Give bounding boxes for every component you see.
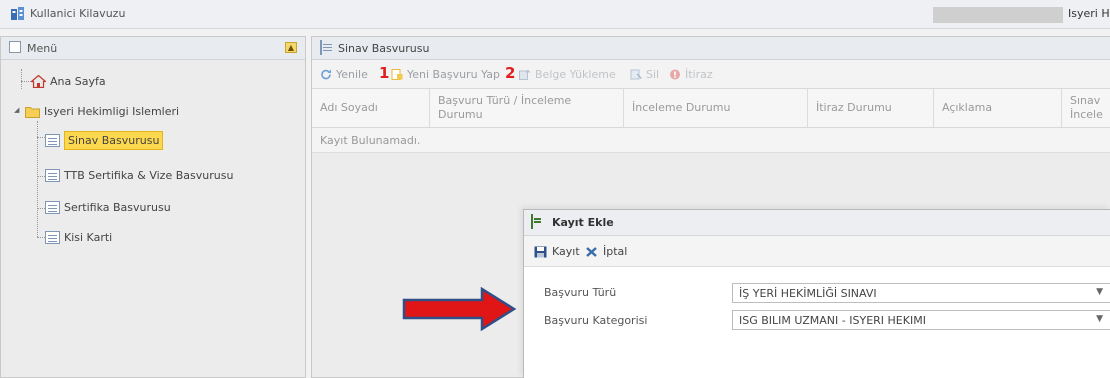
upload-document-label: Belge Yükleme xyxy=(535,68,616,81)
red-arrow-annotation xyxy=(402,287,517,331)
sidebar-item-label: Ana Sayfa xyxy=(50,74,106,88)
new-application-label: Yeni Başvuru Yap xyxy=(407,68,500,81)
app-logo-icon xyxy=(11,7,24,20)
app-title: Kullanici Kilavuzu xyxy=(30,7,126,20)
tree-connector xyxy=(37,121,38,237)
menu-panel: Menü ▲ Ana Sayfa ◢ Isyeri Hekimligi Isle… xyxy=(0,36,306,378)
dialog-toolbar: Kayıt İptal xyxy=(524,236,1110,267)
refresh-button[interactable]: Yenile xyxy=(320,68,368,81)
objection-icon xyxy=(670,69,680,80)
collapse-panel-button[interactable]: ▲ xyxy=(285,42,297,53)
step-number-2: 2 xyxy=(505,64,516,82)
new-document-icon xyxy=(391,69,403,80)
tab-header: Sinav Basvurusu xyxy=(312,37,1110,60)
menu-title: Menü xyxy=(27,42,58,55)
save-button[interactable]: Kayıt xyxy=(534,245,580,258)
menu-header: Menü ▲ xyxy=(1,37,305,60)
column-header-name[interactable]: Adı Soyadı xyxy=(312,89,430,127)
application-type-select[interactable]: İŞ YERİ HEKİMLİĞİ SINAVI ▼ xyxy=(732,283,1110,303)
add-record-dialog: Kayıt Ekle Kayıt İptal Başvuru Türü İŞ Y… xyxy=(523,209,1110,378)
save-label: Kayıt xyxy=(552,245,580,258)
document-icon xyxy=(45,230,60,244)
expand-triangle-icon[interactable]: ◢ xyxy=(14,106,19,114)
new-application-button[interactable]: Yeni Başvuru Yap xyxy=(391,68,500,81)
tab-title[interactable]: Sinav Basvurusu xyxy=(338,42,429,55)
column-header-type[interactable]: Başvuru Türü / İnceleme Durumu xyxy=(430,89,624,127)
chevron-down-icon: ▼ xyxy=(1096,287,1103,297)
form-icon xyxy=(531,214,533,229)
sidebar-item-sinav-basvurusu[interactable]: Sinav Basvurusu xyxy=(45,130,164,150)
document-icon xyxy=(45,133,60,147)
user-name[interactable]: Isyeri Hek xyxy=(1068,7,1110,20)
sidebar-item-kisi-karti[interactable]: Kisi Karti xyxy=(45,227,112,247)
grid-toolbar: Yenile 1 Yeni Başvuru Yap 2 Belge Yüklem… xyxy=(312,60,1110,89)
cancel-button[interactable]: İptal xyxy=(585,245,627,258)
tree-connector xyxy=(21,81,31,82)
top-bar: Kullanici Kilavuzu Isyeri Hek xyxy=(0,0,1110,29)
select-value: İŞ YERİ HEKİMLİĞİ SINAVI xyxy=(739,287,877,300)
grid-empty-row: Kayıt Bulunamadı. xyxy=(312,128,1110,153)
refresh-label: Yenile xyxy=(336,68,368,81)
delete-label: Sil xyxy=(646,68,660,81)
application-type-label: Başvuru Türü xyxy=(544,286,617,299)
upload-icon xyxy=(519,69,531,80)
application-category-select[interactable]: ISG BILIM UZMANI - ISYERI HEKIMI ▼ xyxy=(732,310,1110,330)
column-header-objection[interactable]: İtiraz Durumu xyxy=(808,89,934,127)
cancel-icon xyxy=(586,246,597,257)
sidebar-item-label: Kisi Karti xyxy=(64,230,113,244)
folder-icon xyxy=(25,106,40,118)
grid-header: Adı Soyadı Başvuru Türü / İnceleme Durum… xyxy=(312,89,1110,128)
objection-label: İtiraz xyxy=(685,68,713,81)
sidebar-item-isyeri-hekimligi[interactable]: Isyeri Hekimligi Islemleri xyxy=(25,101,179,121)
save-icon xyxy=(534,246,547,257)
delete-button[interactable]: Sil xyxy=(630,68,659,81)
sidebar-item-sertifika-basvurusu[interactable]: Sertifika Basvurusu xyxy=(45,197,171,217)
sidebar-item-ttb-sertifika[interactable]: TTB Sertifika & Vize Basvurusu xyxy=(45,165,233,185)
sidebar-item-label: TTB Sertifika & Vize Basvurusu xyxy=(64,168,234,182)
step-number-1: 1 xyxy=(379,64,390,82)
menu-icon xyxy=(9,41,21,53)
home-icon xyxy=(31,74,46,88)
refresh-icon xyxy=(321,69,331,80)
document-icon xyxy=(45,200,60,214)
tree-connector xyxy=(21,69,22,89)
dialog-header: Kayıt Ekle xyxy=(524,210,1110,236)
application-category-label: Başvuru Kategorisi xyxy=(544,314,648,327)
objection-button[interactable]: İtiraz xyxy=(669,68,713,81)
sidebar-item-label: Isyeri Hekimligi Islemleri xyxy=(44,104,180,118)
delete-icon xyxy=(630,69,642,80)
chevron-down-icon: ▼ xyxy=(1096,314,1103,324)
cancel-label: İptal xyxy=(603,245,628,258)
column-header-review[interactable]: İnceleme Durumu xyxy=(624,89,808,127)
upload-document-button[interactable]: Belge Yükleme xyxy=(519,68,616,81)
dialog-title: Kayıt Ekle xyxy=(552,216,614,229)
document-icon xyxy=(45,168,60,182)
sidebar-item-label: Sinav Basvurusu xyxy=(64,130,164,150)
column-header-exam[interactable]: Sınav İncele xyxy=(1062,89,1110,127)
sidebar-item-home[interactable]: Ana Sayfa xyxy=(31,71,106,91)
user-redacted-box xyxy=(933,7,1063,23)
column-header-description[interactable]: Açıklama xyxy=(934,89,1062,127)
sidebar-item-label: Sertifika Basvurusu xyxy=(64,200,171,214)
select-value: ISG BILIM UZMANI - ISYERI HEKIMI xyxy=(739,314,926,327)
document-icon xyxy=(320,40,322,55)
empty-message: Kayıt Bulunamadı. xyxy=(320,134,421,147)
